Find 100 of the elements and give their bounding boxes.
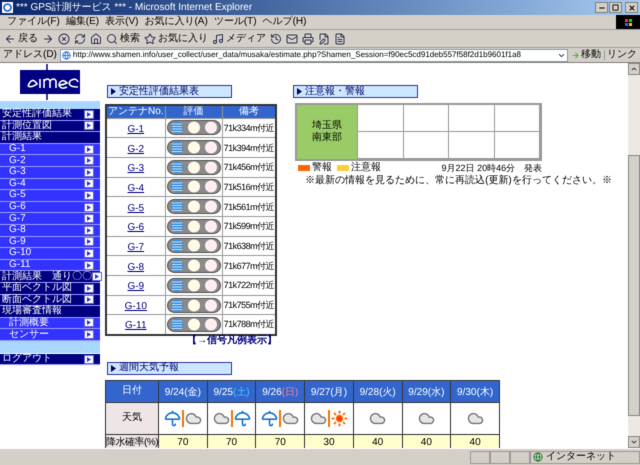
weekday-label: (日) [282, 387, 298, 398]
sidebar-item-label: 計測結果 [2, 132, 42, 142]
play-arrow-icon [84, 295, 94, 304]
section-heading-text: 週間天気予報 [119, 363, 179, 374]
links-label[interactable]: リンク [604, 50, 637, 60]
sidebar-item[interactable]: 計測概要 [0, 318, 100, 330]
window-title: *** GPS計測サービス *** - Microsoft Internet Explorer [16, 2, 254, 12]
sidebar-item[interactable]: 平面ベクトル図 [0, 282, 100, 294]
toolbar-button[interactable]: お気に入り [144, 32, 208, 44]
sidebar-item[interactable]: G-6 [0, 202, 100, 214]
weekday-label: (土) [232, 387, 250, 398]
play-arrow-icon [84, 168, 94, 177]
toolbar-button[interactable] [42, 32, 54, 44]
signal-lamp-icon [166, 238, 221, 254]
scrollbar[interactable] [628, 63, 640, 448]
go-button[interactable]: 移動 [571, 50, 601, 60]
sidebar-item[interactable]: G-1 [0, 144, 100, 156]
play-arrow-icon [84, 354, 94, 364]
sidebar-item[interactable]: G-10 [0, 248, 100, 260]
sidebar-item-label: G-5 [9, 190, 26, 200]
menu-item[interactable]: ファイル(F) [4, 17, 63, 27]
menu-item[interactable]: ツール(T) [210, 17, 260, 27]
sidebar-item[interactable]: G-5 [0, 190, 100, 202]
menu-item[interactable]: 編集(E) [62, 17, 102, 27]
sidebar-item-label: 計測概要 [9, 318, 49, 328]
signal-lamp-icon [166, 298, 221, 313]
toolbar-button[interactable]: 戻る [4, 32, 38, 44]
sidebar-item[interactable]: G-2 [0, 155, 100, 167]
signal-lamp-icon [166, 278, 221, 293]
menu-item[interactable]: ヘルプ(H) [260, 17, 310, 27]
antenna-link[interactable]: G-7 [127, 242, 144, 253]
antenna-link[interactable]: G-3 [127, 163, 144, 174]
toolbar-button[interactable] [90, 32, 102, 44]
star-icon [144, 32, 156, 44]
play-arrow-icon [84, 226, 94, 235]
toolbar-button[interactable] [74, 32, 86, 44]
toolbar-button[interactable]: メディア [212, 32, 266, 44]
windows-logo-icon [616, 15, 640, 29]
refresh-notice: ※最新の情報を見るために、常に再読込(更新)を行ってください。※ [305, 175, 612, 186]
play-arrow-icon [92, 272, 102, 282]
menu-item[interactable]: 表示(V) [102, 17, 142, 27]
sidebar-item[interactable]: 計測結果 通り〇〇 [0, 271, 100, 283]
close-button[interactable] [625, 2, 638, 13]
antenna-link[interactable]: G-8 [127, 262, 144, 273]
maximize-button[interactable] [609, 2, 622, 13]
column-header: 評価 [165, 105, 222, 118]
column-header: 備考 [222, 105, 276, 118]
play-arrow-icon [84, 156, 94, 166]
sidebar-item[interactable]: センサー [0, 329, 100, 341]
sidebar-item[interactable]: 安定性評価結果 [0, 109, 100, 121]
address-field[interactable]: http://www.shamen.info/user_collect/user_data/musaka/estimate.php?Shamen_Session=f90ec5cd91deb557f58f2d1b9601f1a8 [60, 48, 568, 62]
sidebar-item[interactable]: G-3 [0, 166, 100, 179]
antenna-link[interactable]: G-9 [127, 281, 144, 292]
section-heading-text: 注意報・警報 [305, 86, 366, 96]
play-arrow-icon [84, 237, 94, 246]
toolbar-button[interactable] [318, 32, 330, 44]
signal-lamp-icon [166, 199, 221, 214]
sidebar-item[interactable]: G-4 [0, 178, 100, 190]
play-arrow-icon [84, 202, 94, 212]
sidebar-item[interactable]: G-7 [0, 213, 100, 225]
address-label: アドレス(D) [3, 50, 57, 60]
triangle-icon [111, 88, 116, 95]
antenna-link[interactable]: G-6 [127, 222, 144, 234]
menu-item[interactable]: お気に入り(A) [141, 17, 211, 27]
toolbar-button[interactable] [58, 32, 70, 44]
sidebar-item-label: 断面ベクトル図 [2, 294, 72, 305]
toolbar-button[interactable] [302, 32, 314, 44]
sidebar-item-label: 現場審査情報 [2, 306, 62, 316]
signal-lamp-icon [166, 316, 221, 332]
antenna-link[interactable]: G-1 [127, 124, 144, 135]
sidebar-item-label: G-3 [9, 167, 26, 178]
antenna-link[interactable]: G-4 [127, 182, 144, 194]
signal-lamp-icon [166, 258, 221, 274]
refresh-icon [74, 32, 86, 44]
sidebar-item-label: G-10 [9, 248, 32, 258]
signal-lamp-icon [166, 140, 221, 156]
sidebar-item[interactable]: G-9 [0, 236, 100, 248]
minimize-button[interactable] [595, 2, 608, 13]
sidebar-item-label: 計測位置図 [2, 120, 52, 131]
legend-link[interactable]: 【→信号凡例表示】 [187, 336, 278, 346]
sidebar-item[interactable]: G-11 [0, 260, 100, 272]
date-label: 9/24 [164, 387, 184, 398]
antenna-link[interactable]: G-5 [127, 202, 144, 214]
scroll-up-icon [630, 65, 638, 73]
play-arrow-icon [84, 179, 94, 188]
sidebar-item-label: G-8 [9, 225, 26, 236]
toolbar-button[interactable] [270, 32, 282, 44]
play-arrow-icon [84, 284, 94, 293]
zone-label: インターネット [546, 452, 616, 462]
weekday-label: (月) [330, 387, 348, 398]
play-arrow-icon [84, 318, 94, 328]
toolbar-button[interactable] [334, 32, 346, 44]
antenna-link[interactable]: G-2 [127, 144, 144, 155]
sidebar-item[interactable]: G-8 [0, 224, 100, 237]
toolbar-button[interactable] [286, 32, 298, 44]
sidebar-item-label: G-1 [9, 144, 26, 154]
row-header: 日付 [106, 380, 158, 402]
play-arrow-icon [84, 190, 94, 200]
toolbar-button[interactable]: 検索 [106, 32, 140, 44]
row-header: 天気 [106, 402, 158, 434]
